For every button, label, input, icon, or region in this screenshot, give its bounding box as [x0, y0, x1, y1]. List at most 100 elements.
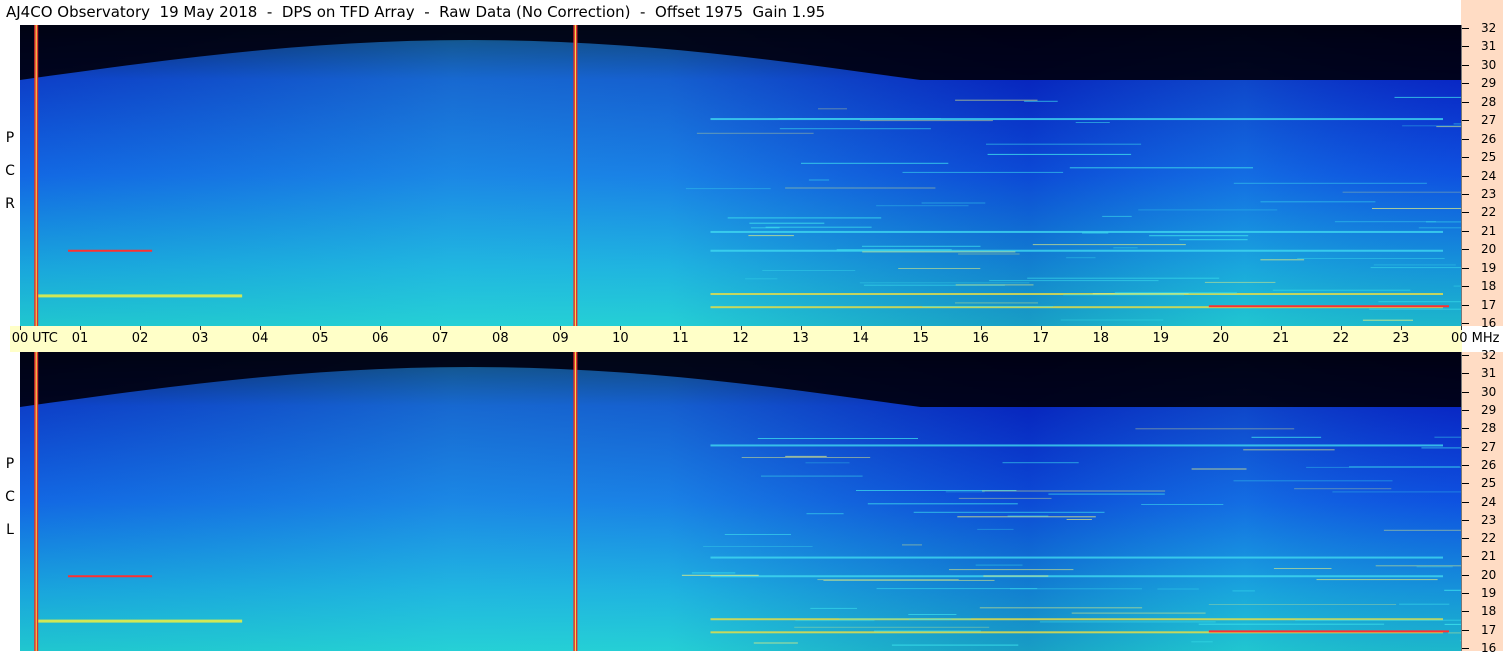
freq-tick-mark: [1462, 519, 1469, 521]
signal-streak: [1434, 436, 1461, 438]
burst-line: [68, 575, 153, 578]
signal-streak: [1272, 289, 1411, 291]
signal-streak: [1138, 209, 1278, 211]
rcp-spectrogram-plot: [20, 25, 1461, 326]
signal-streak: [761, 475, 863, 477]
signal-streak: [1066, 519, 1092, 520]
freq-tick-label: 26: [1481, 457, 1497, 472]
signal-streak: [1370, 267, 1461, 269]
signal-streak: [1024, 100, 1058, 102]
signal-streak: [958, 497, 1052, 499]
signal-streak: [977, 528, 1014, 530]
signal-streak: [1069, 167, 1253, 169]
signal-streak: [1394, 96, 1461, 98]
signal-streak: [1372, 208, 1461, 209]
freq-tick-mark: [1462, 355, 1469, 356]
signal-streak: [987, 153, 1132, 155]
signal-streak: [1297, 258, 1445, 259]
time-tick-mark: [20, 326, 21, 330]
time-tick-mark: [740, 326, 742, 330]
time-tick-label: 12: [732, 331, 749, 346]
time-axis: 00 UTC 01 02 03 04 05 06 07 08 09 10 11 12 13 14 15 16 17 1…: [10, 326, 1500, 352]
lcp-spectrogram-plot: [20, 352, 1461, 651]
time-tick-label: 15: [912, 331, 929, 346]
burst-line: [68, 249, 153, 252]
signal-streak: [913, 511, 1105, 513]
signal-streak: [810, 607, 857, 609]
signal-streak: [1198, 623, 1385, 625]
time-tick-mark: [140, 326, 142, 330]
signal-streak: [1453, 123, 1461, 125]
signal-streak: [1362, 319, 1413, 321]
freq-tick-label: 31: [1481, 39, 1497, 54]
signal-streak: [867, 503, 1018, 505]
signal-streak: [1453, 285, 1461, 287]
signal-streak: [874, 630, 981, 632]
signal-streak: [1294, 488, 1392, 490]
freq-tick-mark: [1462, 483, 1469, 485]
signal-streak: [703, 546, 813, 547]
freq-tick-mark: [1462, 249, 1469, 251]
signal-streak: [795, 620, 875, 622]
carrier-line: [710, 444, 1443, 447]
signal-streak: [862, 245, 981, 247]
time-tick-label: 00 MHz: [1451, 331, 1500, 346]
signal-streak: [836, 249, 952, 251]
signal-streak: [806, 513, 844, 515]
freq-tick-mark: [1462, 230, 1469, 232]
signal-streak: [1273, 568, 1332, 569]
signal-streak: [1082, 232, 1109, 234]
time-tick-label: 18: [1092, 331, 1110, 346]
freq-tick-label: 22: [1481, 205, 1497, 220]
freq-tick-label: 30: [1481, 384, 1497, 399]
signal-streak: [808, 179, 830, 181]
signal-streak: [945, 491, 985, 493]
signal-streak: [1444, 623, 1461, 625]
signal-streak: [1102, 215, 1132, 217]
freq-tick-label: 16: [1481, 316, 1497, 330]
signal-streak: [779, 128, 931, 130]
freq-tick-label: 30: [1481, 57, 1497, 72]
freq-tick-label: 25: [1481, 150, 1497, 165]
signal-streak: [685, 188, 771, 190]
freq-tick-label: 32: [1481, 348, 1497, 362]
rcp-letter: R: [5, 196, 15, 212]
burst-line: [1208, 305, 1449, 308]
signal-streak: [1399, 603, 1450, 605]
freq-tick-mark: [1462, 138, 1469, 140]
time-tick-label: 04: [251, 331, 269, 346]
freq-tick-label: 28: [1481, 421, 1497, 436]
signal-streak: [949, 569, 1074, 571]
signal-streak: [1032, 244, 1186, 246]
time-tick-label: 21: [1272, 331, 1290, 346]
rcp-spectrogram: [20, 25, 1461, 326]
signal-streak: [1048, 493, 1165, 495]
signal-streak: [1349, 466, 1460, 468]
signal-streak: [727, 217, 882, 219]
signal-streak: [958, 253, 1020, 255]
signal-streak: [1342, 191, 1461, 193]
time-tick-mark: [200, 326, 202, 330]
time-tick-mark: [1040, 326, 1042, 330]
freq-tick-label: 26: [1481, 131, 1497, 146]
interference-line-core: [35, 352, 37, 651]
freq-tick-mark: [1462, 611, 1469, 613]
carrier-line: [710, 575, 1443, 578]
signal-streak: [1295, 619, 1461, 621]
signal-streak: [1233, 480, 1393, 482]
signal-streak: [1204, 281, 1276, 283]
signal-streak: [1208, 604, 1397, 605]
freq-tick-label: 24: [1481, 168, 1497, 183]
signal-streak: [785, 187, 936, 189]
signal-streak: [1007, 515, 1049, 517]
time-tick-mark: [860, 326, 862, 330]
signal-streak: [955, 99, 1038, 101]
signal-streak: [1149, 235, 1249, 237]
freq-tick-label: 24: [1481, 494, 1497, 509]
freq-tick-mark: [1462, 120, 1469, 122]
signal-streak: [1179, 239, 1248, 241]
freq-tick-label: 27: [1481, 113, 1497, 128]
signal-streak: [757, 438, 918, 439]
time-tick-label: 08: [492, 331, 509, 346]
freq-tick-mark: [1462, 556, 1469, 558]
